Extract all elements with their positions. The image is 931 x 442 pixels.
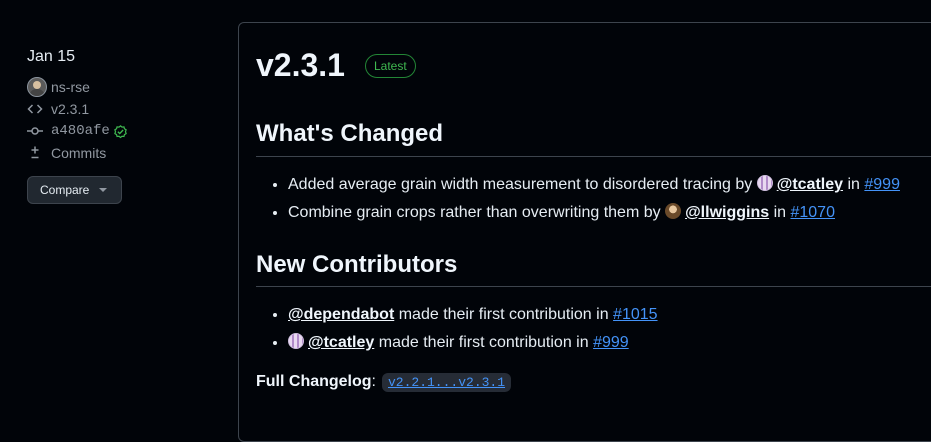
user-mention[interactable]: @dependabot [288,306,394,323]
issue-link[interactable]: #1070 [790,204,835,221]
commit-sha[interactable]: a480afe [51,123,110,139]
full-changelog: Full Changelog: v2.2.1...v2.3.1 [256,373,512,392]
author-name[interactable]: ns-rse [51,79,90,95]
tag-row[interactable]: v2.3.1 [27,98,227,120]
compare-button[interactable]: Compare [27,176,122,204]
user-avatar[interactable] [756,175,773,191]
in-text: in [847,176,860,193]
changelog-label: Full Changelog [256,373,372,390]
new-contributors-heading: New Contributors [256,251,458,278]
user-avatar[interactable] [288,333,304,349]
latest-badge: Latest [364,53,416,78]
commit-icon [27,123,43,139]
changelog-range-link[interactable]: v2.2.1...v2.3.1 [382,373,512,392]
author-row[interactable]: ns-rse [27,76,227,98]
in-text: in [773,204,787,221]
user-mention[interactable]: @llwiggins [685,204,769,221]
list-item: Combine grain crops rather than overwrit… [288,199,900,227]
list-item: @tcatley made their first contribution i… [288,329,658,357]
author-avatar [27,77,47,97]
heading-divider [256,286,931,287]
user-avatar[interactable] [665,203,682,219]
changelog-colon: : [371,373,376,390]
commit-row[interactable]: a480afe [27,120,227,142]
changes-list: Added average grain width measurement to… [256,171,900,227]
tag-name[interactable]: v2.3.1 [51,101,89,117]
list-item: Added average grain width measurement to… [288,171,900,199]
change-text: Combine grain crops rather than overwrit… [288,204,661,221]
contribution-text: made their first contribution in [398,306,609,323]
list-item: @dependabot made their first contributio… [288,301,658,329]
commits-link[interactable]: Commits [51,145,106,161]
user-mention[interactable]: @tcatley [308,334,374,351]
release-card: v2.3.1 Latest What's Changed Added avera… [238,22,931,442]
commits-row[interactable]: Commits [27,142,227,164]
caret-down-icon [99,188,108,192]
release-sidebar: Jan 15 ns-rse v2.3.1 a480afe Commits Com… [27,48,227,204]
release-date: Jan 15 [27,48,76,65]
code-icon [27,101,43,117]
issue-link[interactable]: #999 [593,334,629,351]
contributors-list: @dependabot made their first contributio… [256,301,658,357]
diff-icon [27,145,43,161]
release-title[interactable]: v2.3.1 [256,47,345,84]
contribution-text: made their first contribution in [378,334,589,351]
release-header: v2.3.1 Latest [256,47,416,84]
user-mention[interactable]: @tcatley [777,176,843,193]
change-text: Added average grain width measurement to… [288,176,753,193]
issue-link[interactable]: #1015 [613,306,658,323]
issue-link[interactable]: #999 [864,176,900,193]
whats-changed-heading: What's Changed [256,120,444,147]
compare-label: Compare [40,183,90,197]
verified-check-icon[interactable] [113,124,128,139]
heading-divider [256,156,931,157]
